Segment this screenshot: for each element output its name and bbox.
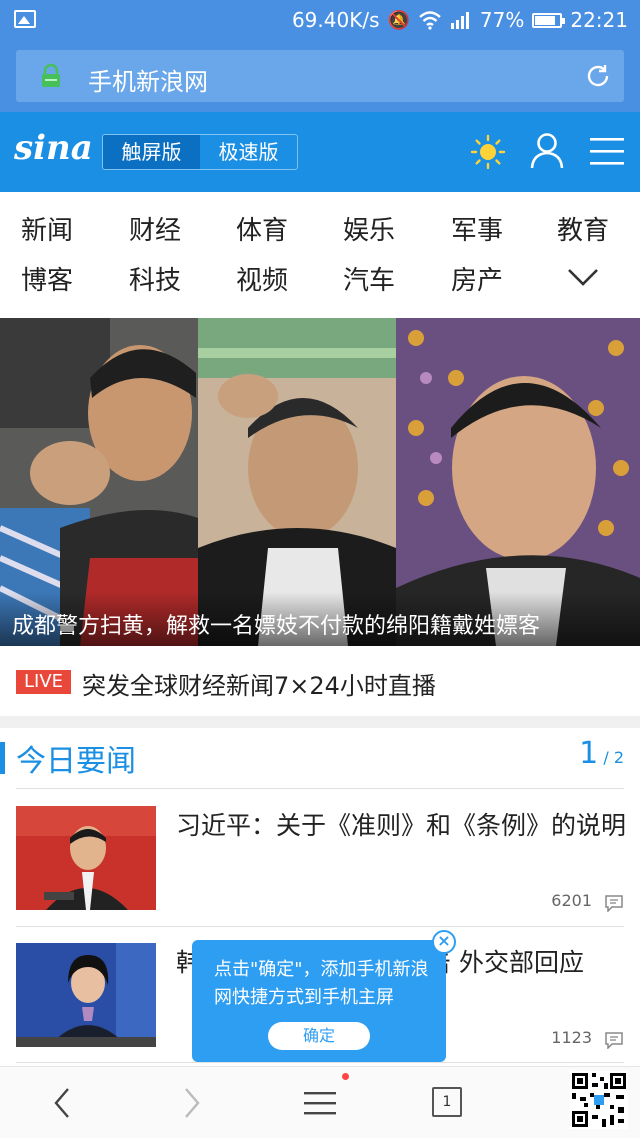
chevron-down-icon[interactable] [566,266,600,288]
status-right: 69.40K/s 🔕 77% 22:21 [292,8,628,32]
hero-caption[interactable]: 成都警方扫黄，解救一名嫖妓不付款的绵阳籍戴姓嫖客 [0,592,640,646]
refresh-icon[interactable] [584,62,612,90]
headline-image-carousel[interactable]: 成都警方扫黄，解救一名嫖妓不付款的绵阳籍戴姓嫖客 [0,318,640,646]
category-finance[interactable]: 财经 [120,210,190,247]
browser-url-area: 手机新浪网 [0,40,640,112]
section-header: 今日要闻 1 / 2 [0,728,640,788]
mute-icon: 🔕 [387,9,410,31]
category-entertainment[interactable]: 娱乐 [334,210,404,247]
wifi-icon [419,11,441,30]
url-bar[interactable]: 手机新浪网 [16,50,624,102]
live-text[interactable]: 突发全球财经新闻7×24小时直播 [82,666,436,701]
browser-toolbar: 1 [0,1066,640,1138]
version-touch-tab[interactable]: 触屏版 [103,135,200,169]
page-current: 1 [579,736,599,771]
divider [16,788,624,789]
category-auto[interactable]: 汽车 [334,260,404,297]
category-nav: 新闻 财经 体育 娱乐 军事 教育 博客 科技 视频 汽车 房产 [0,192,640,302]
popup-message: 点击"确定"，添加手机新浪网快捷方式到手机主屏 [214,959,429,1008]
page-total: / 2 [603,748,624,767]
comment-count: 1123 [551,1028,592,1047]
category-education[interactable]: 教育 [548,210,618,247]
signal-icon [450,12,469,29]
network-speed: 69.40K/s [291,8,380,32]
image-notification-icon [14,10,36,28]
category-military[interactable]: 军事 [442,210,512,247]
live-badge: LIVE [16,670,72,694]
category-video[interactable]: 视频 [227,260,297,297]
news-thumbnail [16,943,156,1047]
status-bar: 69.40K/s 🔕 77% 22:21 [0,0,640,40]
battery-percent: 77% [479,8,525,32]
back-icon[interactable] [50,1083,74,1123]
battery-icon [532,12,566,28]
clock: 22:21 [570,8,628,32]
news-headline[interactable]: 习近平：关于《准则》和《条例》的说明 [176,806,626,846]
category-tech[interactable]: 科技 [120,260,190,297]
weather-sun-icon[interactable] [470,134,506,170]
category-blog[interactable]: 博客 [12,260,82,297]
user-icon[interactable] [530,132,564,170]
sina-logo[interactable]: sina [14,128,93,168]
version-fast-tab[interactable]: 极速版 [200,135,297,169]
live-banner[interactable]: LIVE 突发全球财经新闻7×24小时直播 [0,646,640,716]
divider [16,1062,624,1063]
news-thumbnail [16,806,156,910]
lock-icon [42,63,60,87]
qr-code-icon[interactable] [570,1071,628,1129]
site-header: sina 触屏版 极速版 [0,112,640,192]
url-text: 手机新浪网 [88,68,208,96]
forward-icon[interactable] [180,1083,204,1123]
section-pager[interactable]: 1 / 2 [579,736,624,771]
notification-dot [342,1073,349,1080]
category-news[interactable]: 新闻 [12,210,82,247]
tabs-button[interactable]: 1 [432,1087,462,1117]
news-item[interactable]: 习近平：关于《准则》和《条例》的说明 6201 [16,790,626,912]
popup-close-icon[interactable]: × [432,930,456,954]
section-separator [0,716,640,728]
popup-confirm-button[interactable]: 确定 [268,1022,370,1050]
comment-count: 6201 [551,891,592,910]
section-accent-bar [0,742,5,774]
section-title: 今日要闻 [16,744,136,779]
comment-icon[interactable] [604,894,624,912]
version-switch: 触屏版 极速版 [102,134,298,170]
comment-icon[interactable] [604,1031,624,1049]
add-shortcut-popup: 点击"确定"，添加手机新浪网快捷方式到手机主屏 确定 [192,940,446,1062]
category-sports[interactable]: 体育 [227,210,297,247]
category-house[interactable]: 房产 [442,260,512,297]
menu-icon[interactable] [590,136,624,166]
menu-lines-icon[interactable] [302,1083,338,1123]
